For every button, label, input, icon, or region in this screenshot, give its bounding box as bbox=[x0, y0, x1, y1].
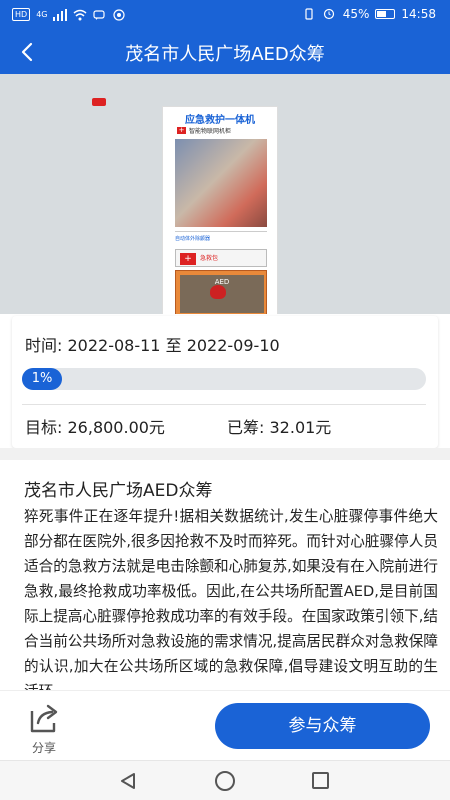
campaign-info-card: 时间: 2022-08-11 至 2022-09-10 1% 目标: 26,80… bbox=[12, 316, 438, 448]
battery-percent: 45% bbox=[342, 7, 370, 21]
raised-row: 已筹: 32.01元 bbox=[227, 414, 331, 438]
time-label: 时间: bbox=[25, 336, 63, 355]
vibrate-icon bbox=[303, 8, 317, 20]
system-navigation-bar bbox=[0, 760, 450, 800]
signal-icon bbox=[53, 8, 68, 21]
raised-label: 已筹: bbox=[227, 418, 265, 437]
first-aid-kit-panel: + 急救包 bbox=[175, 249, 267, 267]
kiosk-subtitle-text: 智能物联网机柜 bbox=[189, 128, 232, 135]
share-icon bbox=[30, 704, 58, 733]
hero-image: 应急救护一体机 + 智能物联网机柜 自动体外除颤器 + 急救包 AED bbox=[0, 74, 450, 314]
campaign-time-row: 时间: 2022-08-11 至 2022-09-10 bbox=[25, 332, 280, 356]
network-badge: HD bbox=[12, 8, 31, 21]
end-date: 2022-09-10 bbox=[186, 336, 280, 355]
share-label: 分享 bbox=[31, 741, 56, 755]
alarm-icon bbox=[323, 8, 337, 20]
target-value: 26,800.00元 bbox=[67, 418, 165, 437]
nav-recent-icon[interactable] bbox=[312, 772, 329, 789]
first-aid-kit-label: 急救包 bbox=[200, 255, 219, 262]
status-right: 45% 14:58 bbox=[303, 7, 436, 21]
clock-time: 14:58 bbox=[401, 7, 436, 21]
red-cross-icon: + bbox=[177, 126, 186, 134]
progress-track bbox=[22, 368, 426, 390]
back-button[interactable] bbox=[10, 34, 46, 70]
battery-icon bbox=[375, 9, 396, 19]
kiosk-title: 应急救护一体机 bbox=[185, 115, 255, 126]
app-header: 茂名市人民广场AED众筹 bbox=[0, 30, 450, 74]
target-label: 目标: bbox=[25, 418, 63, 437]
first-aid-icon: + bbox=[180, 253, 196, 265]
start-date: 2022-08-11 bbox=[67, 336, 161, 355]
page-title: 茂名市人民广场AED众筹 bbox=[125, 44, 325, 65]
kiosk-screen bbox=[175, 139, 267, 227]
status-bar: HD 4G 45% 14:58 bbox=[0, 0, 450, 30]
aed-cabinet-door: AED bbox=[175, 270, 267, 314]
chevron-left-icon bbox=[21, 42, 33, 62]
share-button[interactable]: 分享 bbox=[22, 701, 66, 755]
bottom-action-bar: 分享 参与众筹 bbox=[0, 690, 450, 760]
wifi-icon bbox=[73, 9, 87, 21]
aed-kiosk-image: 应急救护一体机 + 智能物联网机柜 自动体外除颤器 + 急救包 AED bbox=[162, 106, 278, 314]
description-body: 猝死事件正在逐年提升!据相关数据统计,发生心脏骤停事件绝大部分都在医院外,很多因… bbox=[24, 508, 438, 690]
progress-fill: 1% bbox=[22, 368, 62, 390]
join-crowdfunding-button[interactable]: 参与众筹 bbox=[215, 703, 430, 749]
target-row: 目标: 26,800.00元 bbox=[25, 414, 165, 438]
nav-home-icon[interactable] bbox=[215, 771, 235, 791]
heart-icon bbox=[210, 285, 226, 299]
card-divider bbox=[22, 404, 426, 405]
network-type: 4G bbox=[36, 10, 48, 19]
kiosk-label: 自动体外除颤器 bbox=[175, 231, 267, 245]
location-icon bbox=[113, 8, 127, 21]
description-title: 茂名市人民广场AED众筹 bbox=[24, 481, 213, 501]
section-divider bbox=[0, 448, 450, 460]
kiosk-subtitle: + 智能物联网机柜 bbox=[177, 126, 231, 135]
date-separator: 至 bbox=[165, 336, 182, 355]
raised-value: 32.01元 bbox=[269, 418, 332, 437]
status-left: HD 4G bbox=[12, 8, 127, 21]
kiosk-light-icon bbox=[92, 98, 106, 106]
message-icon bbox=[93, 9, 107, 21]
nav-back-icon[interactable] bbox=[118, 771, 138, 791]
